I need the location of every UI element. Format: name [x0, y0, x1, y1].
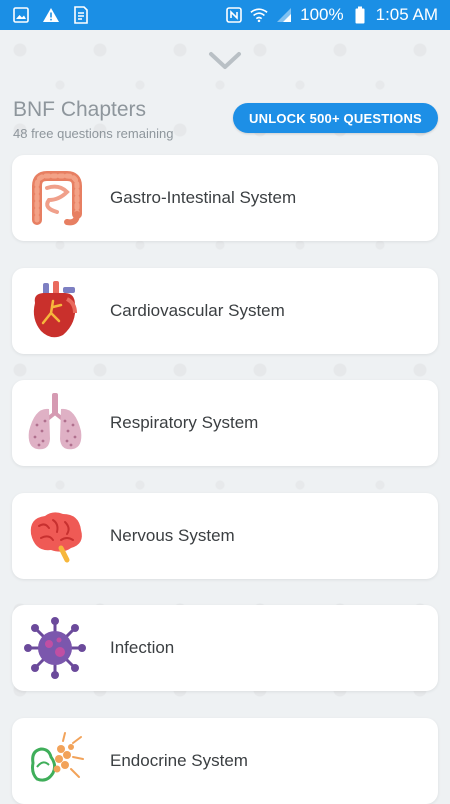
heart-icon [22, 278, 88, 344]
sim-icon [72, 6, 90, 24]
battery-icon [351, 6, 369, 24]
clock: 1:05 AM [375, 5, 438, 24]
chapter-card-cardiovascular[interactable]: Cardiovascular System [12, 268, 438, 354]
chapter-label: Cardiovascular System [110, 301, 285, 320]
warning-icon [42, 6, 60, 24]
intestine-icon [22, 165, 88, 231]
chapter-card-nervous[interactable]: Nervous System [12, 493, 438, 579]
nfc-icon [225, 6, 243, 24]
lungs-icon [22, 390, 88, 456]
unlock-questions-button[interactable]: UNLOCK 500+ QUESTIONS [233, 103, 438, 133]
brain-icon [22, 503, 88, 569]
chapter-label: Infection [110, 638, 175, 657]
chapter-card-gastro-intestinal[interactable]: Gastro-Intestinal System [12, 155, 438, 241]
main-content: BNF Chapters 48 free questions remaining… [0, 30, 450, 804]
chapter-label: Nervous System [110, 526, 235, 545]
pancreas-icon [22, 728, 88, 794]
chapter-card-infection[interactable]: Infection [12, 605, 438, 691]
chapter-label: Endocrine System [110, 751, 248, 770]
chapter-label: Gastro-Intestinal System [110, 188, 297, 207]
status-bar: 100% 1:05 AM [0, 0, 450, 30]
page-title: BNF Chapters [13, 98, 147, 121]
chapter-card-respiratory[interactable]: Respiratory System [12, 380, 438, 466]
virus-icon [22, 615, 88, 681]
gallery-icon [12, 6, 30, 24]
chapter-label: Respiratory System [110, 413, 259, 432]
chevron-down-icon[interactable] [207, 50, 243, 72]
chapter-card-endocrine[interactable]: Endocrine System [12, 718, 438, 804]
signal-icon [275, 6, 293, 24]
free-questions-remaining: 48 free questions remaining [13, 126, 174, 141]
battery-percent: 100% [300, 5, 344, 24]
wifi-icon [250, 6, 268, 24]
